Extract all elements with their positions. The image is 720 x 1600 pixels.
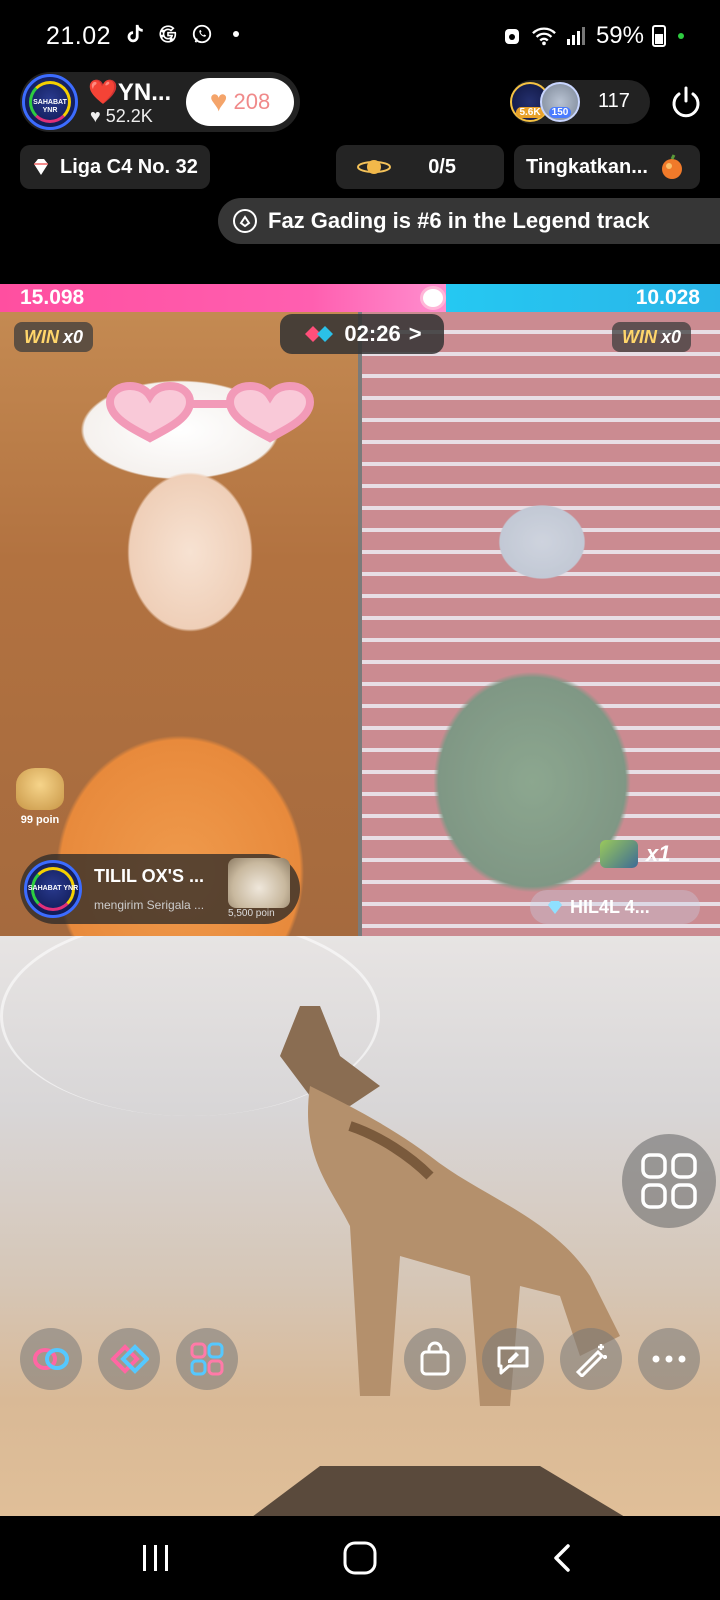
gift-message: mengirim Serigala ... bbox=[94, 898, 205, 912]
league-chip[interactable]: Liga C4 No. 32 bbox=[20, 145, 210, 189]
right-score-fill: 10.028 bbox=[446, 284, 720, 312]
battery-icon bbox=[652, 25, 666, 47]
battle-button[interactable] bbox=[98, 1328, 160, 1390]
alarm-icon bbox=[500, 24, 524, 48]
status-bar: 21.02 59% bbox=[0, 0, 720, 70]
home-icon bbox=[343, 1541, 377, 1575]
apps-icon bbox=[190, 1342, 224, 1376]
host-likes: ♥ 52.2K bbox=[90, 106, 153, 126]
more-button[interactable] bbox=[638, 1328, 700, 1390]
shopping-bag-icon bbox=[420, 1341, 450, 1376]
tiktok-icon bbox=[122, 22, 146, 46]
goal-chip[interactable]: 0/5 bbox=[336, 145, 504, 189]
host-profile-pill[interactable]: SAHABAT YNR ❤️YN... ♥ 52.2K ♥ 208 bbox=[20, 72, 300, 132]
chat-edit-icon bbox=[497, 1346, 529, 1375]
viewer-count: 117 bbox=[598, 90, 630, 112]
gift-combo: x1 bbox=[600, 840, 670, 868]
left-score-fill: 15.098 bbox=[0, 284, 447, 312]
right-top-gifter[interactable]: HIL4L 4... bbox=[530, 890, 700, 924]
chat-button[interactable] bbox=[482, 1328, 544, 1390]
ticker-banner[interactable]: Faz Gading is #6 in the Legend track bbox=[218, 198, 720, 244]
diamond-icon bbox=[548, 901, 562, 914]
heart-icon: ♥ bbox=[90, 106, 101, 126]
link-button[interactable] bbox=[20, 1328, 82, 1390]
poin-booster[interactable]: 99 poin bbox=[8, 768, 72, 838]
recents-icon bbox=[143, 1545, 168, 1571]
versus-icon bbox=[305, 326, 334, 342]
planet-icon bbox=[357, 160, 391, 174]
apps-button[interactable] bbox=[176, 1328, 238, 1390]
upgrade-chip[interactable]: Tingkatkan... bbox=[514, 145, 700, 189]
more-icon bbox=[652, 1355, 686, 1363]
whatsapp-icon bbox=[190, 22, 214, 46]
win-counter-left: WIN x0 bbox=[14, 322, 94, 352]
track-icon bbox=[233, 209, 257, 233]
diamond-icon bbox=[34, 159, 48, 175]
status-time: 21.02 bbox=[46, 22, 112, 50]
battle-score-bar: 15.098 10.028 bbox=[0, 284, 720, 312]
host-name: ❤️YN... bbox=[88, 79, 172, 106]
gift-sender-name: TILIL OX'S ... bbox=[94, 866, 204, 886]
gift-value: 5,500 poin bbox=[228, 908, 275, 919]
home-button[interactable] bbox=[330, 1536, 390, 1580]
battle-timer[interactable]: 02:26 > bbox=[280, 314, 444, 354]
heart-glasses-effect bbox=[105, 382, 315, 443]
chevron-right-icon: > bbox=[408, 321, 422, 346]
gift-thumb-icon bbox=[600, 840, 638, 868]
battery-percent: 59% bbox=[595, 22, 644, 49]
wifi-icon bbox=[532, 24, 556, 48]
viewer-avatar[interactable]: 150 bbox=[540, 82, 580, 122]
magic-wand-icon bbox=[575, 1344, 607, 1377]
dot-icon bbox=[224, 22, 248, 46]
power-icon[interactable] bbox=[668, 84, 704, 120]
heart-icon: ♥ bbox=[209, 85, 228, 118]
top-viewers[interactable]: 5.6K 150 117 bbox=[510, 80, 650, 124]
shop-button[interactable] bbox=[404, 1328, 466, 1390]
link-icon bbox=[33, 1348, 69, 1370]
google-icon bbox=[156, 22, 180, 46]
fruit-icon bbox=[661, 154, 682, 179]
system-nav-bar bbox=[0, 1516, 720, 1600]
recents-button[interactable] bbox=[126, 1536, 186, 1580]
host-avatar[interactable]: SAHABAT YNR bbox=[22, 74, 78, 130]
back-button[interactable] bbox=[532, 1536, 592, 1580]
grid-icon bbox=[641, 1153, 697, 1209]
left-host-video[interactable] bbox=[0, 312, 358, 936]
gift-animation-area bbox=[0, 936, 720, 1516]
back-icon bbox=[554, 1544, 570, 1572]
signal-icon bbox=[564, 24, 588, 48]
camera-in-use-dot bbox=[678, 33, 684, 39]
sender-avatar[interactable]: SAHABAT YNR bbox=[24, 860, 82, 918]
layout-switch-button[interactable] bbox=[622, 1134, 716, 1228]
effects-button[interactable] bbox=[560, 1328, 622, 1390]
follow-button[interactable]: ♥ 208 bbox=[186, 78, 294, 126]
right-score: 10.028 bbox=[635, 286, 700, 309]
left-score: 15.098 bbox=[20, 286, 85, 309]
wolf-gift-icon bbox=[228, 858, 290, 908]
gift-notification[interactable]: SAHABAT YNR TILIL OX'S ... mengirim Seri… bbox=[20, 854, 300, 924]
howling-wolf-image bbox=[253, 1006, 624, 1516]
hat-icon bbox=[16, 768, 64, 810]
win-counter-right: WIN x0 bbox=[612, 322, 692, 352]
versus-icon bbox=[110, 1344, 149, 1374]
